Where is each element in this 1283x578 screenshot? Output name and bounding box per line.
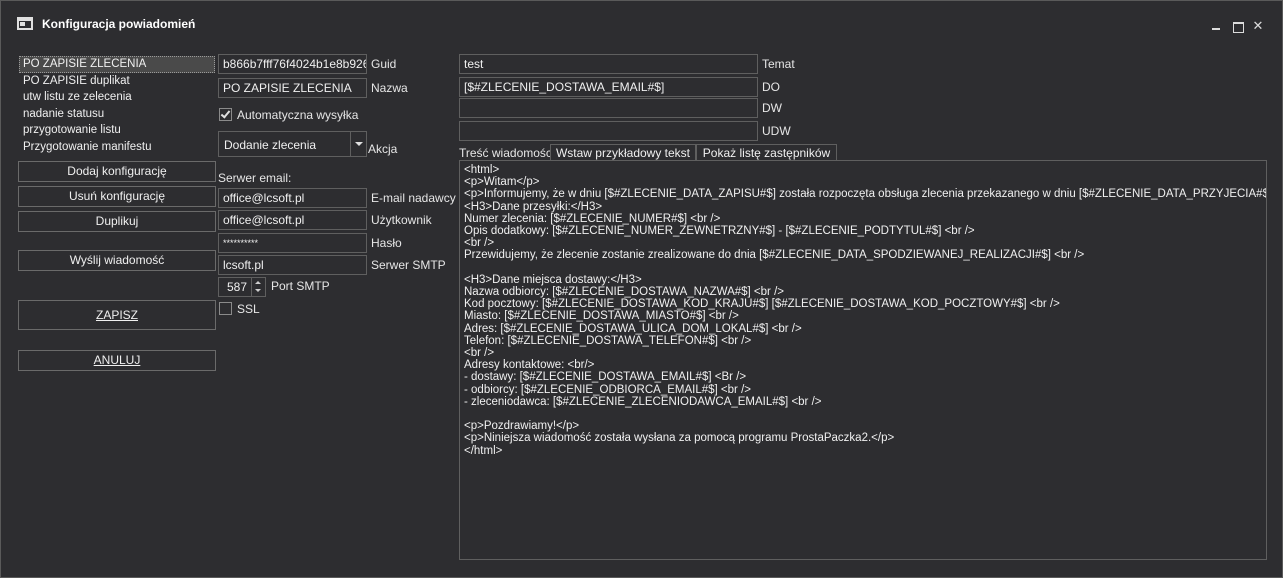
body-label: Treść wiadomości: <box>459 146 558 160</box>
config-list-item[interactable]: przygotowanie listu <box>19 122 215 139</box>
config-list-item[interactable]: PO ZAPISIE duplikat <box>19 73 215 90</box>
insert-sample-text-button[interactable]: Wstaw przykładowy tekst <box>550 144 696 161</box>
show-placeholders-button[interactable]: Pokaż listę zastępników <box>696 144 837 161</box>
auto-send-label: Automatyczna wysyłka <box>237 108 359 122</box>
cancel-button-label: ANULUJ <box>93 353 141 367</box>
auto-send-checkbox[interactable] <box>219 108 232 121</box>
smtp-port-label: Port SMTP <box>271 279 330 293</box>
stepper-buttons[interactable] <box>251 278 265 296</box>
config-list-item[interactable]: PO ZAPISIE ZLECENIA <box>19 56 215 73</box>
name-label: Nazwa <box>371 81 408 95</box>
notification-config-window: Konfiguracja powiadomień ✕ PO ZAPISIE ZL… <box>0 0 1283 578</box>
to-label: DO <box>762 80 780 94</box>
send-message-button[interactable]: Wyślij wiadomość <box>18 250 216 271</box>
subject-label: Temat <box>762 57 795 71</box>
bcc-label: UDW <box>762 124 791 138</box>
close-icon[interactable]: ✕ <box>1252 19 1264 32</box>
config-list-item[interactable]: nadanie statusu <box>19 106 215 123</box>
guid-field[interactable]: b866b7fff76f4024b1e8b9260 <box>218 54 367 74</box>
sender-email-field[interactable]: office@lcsoft.pl <box>218 188 367 208</box>
remove-config-button[interactable]: Usuń konfigurację <box>18 186 216 207</box>
chevron-down-icon[interactable] <box>350 132 366 156</box>
name-field[interactable]: PO ZAPISIE ZLECENIA <box>218 78 367 98</box>
smtp-port-stepper[interactable]: 587 <box>218 277 266 297</box>
add-config-button[interactable]: Dodaj konfigurację <box>18 161 216 182</box>
ssl-checkbox[interactable] <box>219 302 232 315</box>
bcc-field[interactable] <box>459 121 758 141</box>
username-label: Użytkownik <box>371 213 432 227</box>
config-list[interactable]: PO ZAPISIE ZLECENIA PO ZAPISIE duplikat … <box>18 55 216 156</box>
smtp-server-label: Serwer SMTP <box>371 258 446 272</box>
ssl-label: SSL <box>237 302 260 316</box>
smtp-server-field[interactable]: lcsoft.pl <box>218 255 367 275</box>
window-title: Konfiguracja powiadomień <box>42 17 196 31</box>
guid-label: Guid <box>371 57 397 71</box>
title-bar[interactable]: Konfiguracja powiadomień ✕ <box>1 1 1282 41</box>
smtp-port-value: 587 <box>226 280 247 294</box>
password-label: Hasło <box>371 236 402 250</box>
cancel-button[interactable]: ANULUJ <box>18 350 216 371</box>
action-select-value: Dodanie zlecenia <box>224 138 317 152</box>
to-field[interactable]: [$#ZLECENIE_DOSTAWA_EMAIL#$] <box>459 77 758 97</box>
minimize-icon[interactable] <box>1210 21 1222 33</box>
smtp-section-label: Serwer email: <box>218 171 292 185</box>
cc-label: DW <box>762 101 782 115</box>
save-button-label: ZAPISZ <box>95 308 138 322</box>
save-button[interactable]: ZAPISZ <box>18 300 216 330</box>
app-window-icon <box>17 17 33 30</box>
duplicate-button[interactable]: Duplikuj <box>18 211 216 232</box>
config-list-item[interactable]: utw listu ze zelecenia <box>19 89 215 106</box>
subject-field[interactable]: test <box>459 54 758 74</box>
action-select[interactable]: Dodanie zlecenia <box>218 131 367 157</box>
username-field[interactable]: office@lcsoft.pl <box>218 210 367 230</box>
cc-field[interactable] <box>459 98 758 118</box>
sender-email-label: E-mail nadawcy <box>371 191 456 205</box>
maximize-icon[interactable] <box>1232 21 1244 33</box>
action-label: Akcja <box>368 142 398 156</box>
config-list-item[interactable]: Przygotowanie manifestu <box>19 139 215 156</box>
checkmark-icon <box>220 108 231 119</box>
message-body-textarea[interactable]: <html> <p>Witam</p> <p>Informujemy, że w… <box>459 160 1267 560</box>
password-field[interactable]: ********** <box>218 233 367 253</box>
